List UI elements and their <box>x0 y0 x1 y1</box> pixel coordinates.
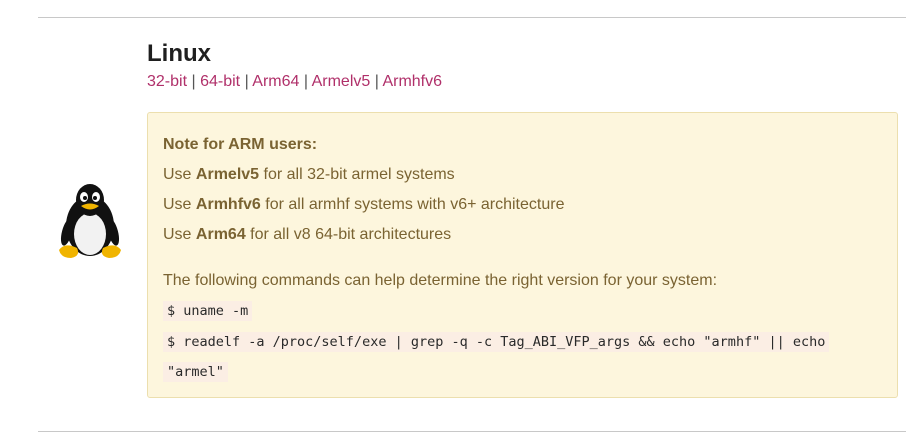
platform-title: Linux <box>147 40 211 67</box>
arm-note-box: Note for ARM users: Use Armelv5 for all … <box>147 112 898 398</box>
command-readelf: $ readelf -a /proc/self/exe | grep -q -c… <box>163 332 830 352</box>
divider-bottom <box>38 431 906 432</box>
download-links: 32-bit | 64-bit | Arm64 | Armelv5 | Armh… <box>147 72 442 92</box>
divider-top <box>38 17 906 18</box>
download-link-armelv5[interactable]: Armelv5 <box>312 73 371 90</box>
download-link-armhfv6[interactable]: Armhfv6 <box>382 73 442 90</box>
note-row-variant: Armhfv6 <box>195 196 261 213</box>
link-separator: | <box>191 73 196 90</box>
note-row-suffix: for all 32-bit armel systems <box>259 166 455 183</box>
download-link-64-bit[interactable]: 64-bit <box>200 73 240 90</box>
command-uname: $ uname -m <box>163 301 253 321</box>
link-separator: | <box>244 73 249 90</box>
note-row-suffix: for all armhf systems with v6+ architect… <box>260 196 565 213</box>
note-row-variant: Armelv5 <box>195 166 260 183</box>
link-separator: | <box>303 73 309 90</box>
note-help-text: The following commands can help determin… <box>163 272 718 289</box>
linux-tux-icon <box>55 182 125 260</box>
download-link-32-bit[interactable]: 32-bit <box>147 73 187 90</box>
command-readelf-continued: "armel" <box>163 362 228 382</box>
note-row-arm64: Use Arm64 for all v8 64-bit architecture… <box>163 225 451 245</box>
link-separator: | <box>374 73 379 90</box>
note-row-armelv5: Use Armelv5 for all 32-bit armel systems <box>163 165 455 185</box>
note-row-armhfv6: Use Armhfv6 for all armhf systems with v… <box>163 195 564 215</box>
note-heading: Note for ARM users: <box>163 136 318 153</box>
note-row-suffix: for all v8 64-bit architectures <box>245 226 452 243</box>
note-row-prefix: Use <box>163 226 196 243</box>
note-row-prefix: Use <box>163 196 196 213</box>
note-row-prefix: Use <box>163 166 196 183</box>
note-row-variant: Arm64 <box>195 226 246 243</box>
download-link-arm64[interactable]: Arm64 <box>252 73 299 90</box>
